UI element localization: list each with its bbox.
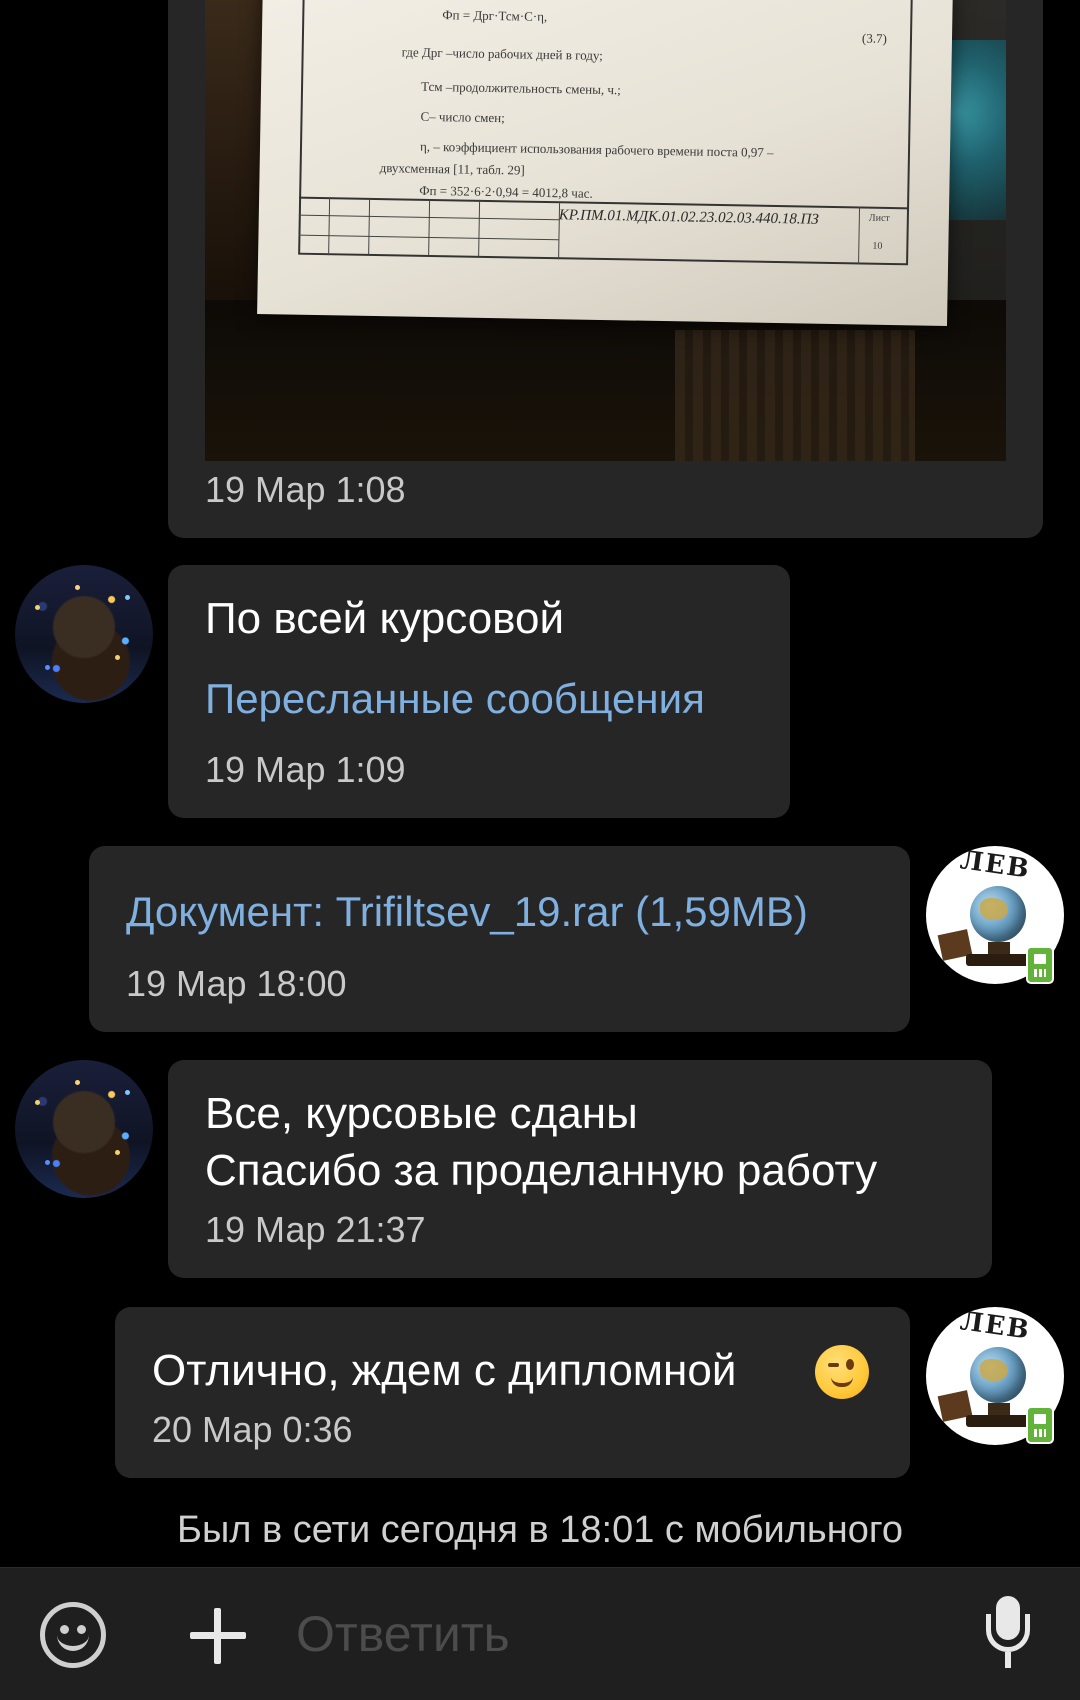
document-link[interactable]: Документ: Trifiltsev_19.rar (1,59MB) xyxy=(126,885,808,939)
chat-screen: Фп = Дрг·Тсм·С·η, (3.7) где Дрг –число р… xyxy=(0,0,1080,1700)
smile-icon[interactable] xyxy=(40,1602,106,1668)
forwarded-messages-link[interactable]: Пересланные сообщения xyxy=(205,672,705,726)
contact-avatar[interactable] xyxy=(15,1060,153,1198)
sheet-label: Лист xyxy=(868,212,890,224)
message-text: Все, курсовые сданы xyxy=(205,1089,638,1138)
avatar-lettering: ЛЕВ xyxy=(958,846,1033,885)
formula-number: (3.7) xyxy=(861,30,888,46)
formula-line: Фп = Дрг·Тсм·С·η, xyxy=(442,7,548,24)
message-time: 19 Мар 18:00 xyxy=(126,963,347,1004)
message-time: 20 Мар 0:36 xyxy=(152,1409,353,1450)
winking-face-emoji-icon xyxy=(815,1345,869,1399)
reply-input[interactable] xyxy=(296,1598,936,1670)
message-text: Отлично, ждем с дипломной xyxy=(152,1346,737,1395)
contact-avatar[interactable] xyxy=(15,565,153,703)
message-time: 19 Мар 21:37 xyxy=(205,1209,426,1250)
mobile-online-icon xyxy=(1026,1406,1054,1444)
plus-icon[interactable] xyxy=(190,1608,246,1664)
doc-line: двухсменная [11, табл. 29] xyxy=(379,160,525,178)
message-time: 19 Мар 1:09 xyxy=(205,749,406,790)
mic-icon[interactable] xyxy=(980,1596,1036,1672)
last-seen-status: Был в сети сегодня в 18:01 с мобильного xyxy=(177,1509,903,1551)
message-text: Спасибо за проделанную работу xyxy=(205,1146,878,1195)
doc-line: С– число смен; xyxy=(420,108,505,126)
avatar-lettering: ЛЕВ xyxy=(958,1307,1033,1346)
document-page: Фп = Дрг·Тсм·С·η, (3.7) где Дрг –число р… xyxy=(257,0,953,326)
message-composer xyxy=(0,1567,1080,1700)
message-text: По всей курсовой xyxy=(205,594,565,643)
attached-photo[interactable]: Фп = Дрг·Тсм·С·η, (3.7) где Дрг –число р… xyxy=(205,0,1006,461)
mobile-online-icon xyxy=(1026,946,1054,984)
message-time: 19 Мар 1:08 xyxy=(205,469,406,510)
sheet-number: 10 xyxy=(872,240,883,252)
